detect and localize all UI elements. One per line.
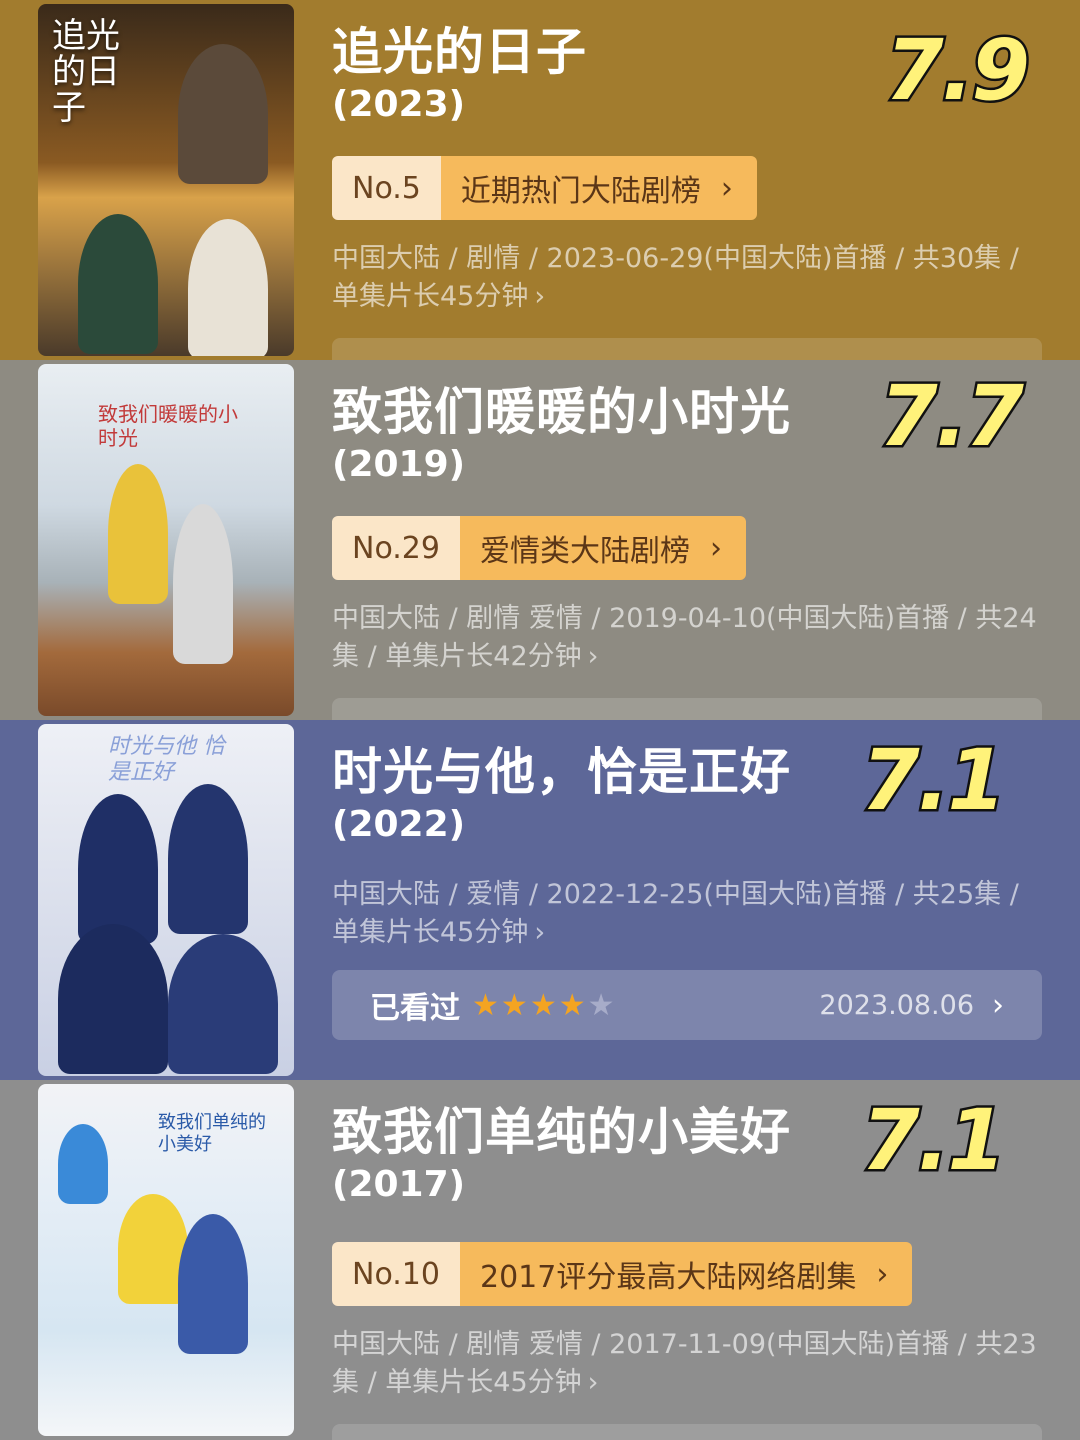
meta-text: 中国大陆 / 剧情 爱情 / 2019-04-10(中国大陆)首播 / 共24集… bbox=[332, 603, 1037, 672]
rank-list-name: 近期热门大陆剧榜 bbox=[460, 174, 701, 209]
star-rating: ★★★★★ bbox=[472, 988, 617, 1023]
chevron-right-icon: › bbox=[587, 641, 599, 672]
drama-meta[interactable]: 中国大陆 / 剧情 爱情 / 2019-04-10(中国大陆)首播 / 共24集… bbox=[332, 600, 1042, 676]
poster-image[interactable]: 追光的日子 bbox=[38, 4, 294, 356]
chevron-right-icon: › bbox=[587, 1367, 599, 1398]
watched-bar[interactable] bbox=[332, 338, 1042, 360]
drama-year: (2019) bbox=[332, 444, 466, 485]
rank-number: No.5 bbox=[332, 156, 441, 220]
meta-text: 中国大陆 / 剧情 / 2023-06-29(中国大陆)首播 / 共30集 / … bbox=[332, 243, 1019, 312]
star-icon: ★ bbox=[558, 987, 588, 1023]
meta-text: 中国大陆 / 剧情 爱情 / 2017-11-09(中国大陆)首播 / 共23集… bbox=[332, 1329, 1037, 1398]
chevron-right-icon: › bbox=[534, 917, 546, 948]
movie-card[interactable]: 追光的日子 追光的日子 (2023) 7.9 No.5 近期热门大陆剧榜 › 中国… bbox=[0, 0, 1080, 360]
star-icon: ★ bbox=[472, 987, 501, 1023]
rank-list-name: 爱情类大陆剧榜 bbox=[479, 534, 690, 569]
rank-number: No.29 bbox=[332, 516, 460, 580]
chevron-right-icon: › bbox=[709, 530, 722, 566]
poster-title: 致我们暖暖的小时光 bbox=[98, 402, 238, 450]
drama-meta[interactable]: 中国大陆 / 剧情 / 2023-06-29(中国大陆)首播 / 共30集 / … bbox=[332, 240, 1042, 316]
rank-badge[interactable]: No.10 2017评分最高大陆网络剧集 › bbox=[332, 1242, 913, 1306]
star-icon: ★ bbox=[500, 987, 530, 1023]
chevron-right-icon: › bbox=[720, 170, 733, 206]
watched-date: 2023.08.06 bbox=[819, 989, 974, 1021]
drama-title[interactable]: 时光与他，恰是正好 bbox=[332, 732, 791, 804]
watched-label: 已看过 bbox=[370, 991, 460, 1026]
movie-card[interactable]: 致我们单纯的小美好 致我们单纯的小美好 (2017) 7.1 No.10 201… bbox=[0, 1080, 1080, 1440]
rank-badge[interactable]: No.5 近期热门大陆剧榜 › bbox=[332, 156, 757, 220]
drama-year: (2023) bbox=[332, 84, 466, 125]
movie-card[interactable]: 时光与他 恰是正好 时光与他，恰是正好 (2022) 7.1 中国大陆 / 爱情… bbox=[0, 720, 1080, 1080]
drama-year: (2017) bbox=[332, 1164, 466, 1205]
poster-title: 时光与他 恰是正好 bbox=[108, 734, 225, 785]
drama-meta[interactable]: 中国大陆 / 爱情 / 2022-12-25(中国大陆)首播 / 共25集 / … bbox=[332, 876, 1042, 952]
drama-year: (2022) bbox=[332, 804, 466, 845]
watched-bar[interactable] bbox=[332, 698, 1042, 720]
chevron-right-icon: › bbox=[876, 1256, 889, 1292]
poster-image[interactable]: 时光与他 恰是正好 bbox=[38, 724, 294, 1076]
watched-bar[interactable] bbox=[332, 1424, 1042, 1440]
rating-score: 7.7 bbox=[877, 366, 1027, 467]
rating-score: 7.1 bbox=[859, 1090, 1009, 1191]
poster-image[interactable]: 致我们单纯的小美好 bbox=[38, 1084, 294, 1436]
star-icon: ★ bbox=[529, 987, 559, 1023]
watched-bar[interactable]: 已看过 ★★★★★ 2023.08.06 › bbox=[332, 970, 1042, 1040]
poster-title: 致我们单纯的小美好 bbox=[158, 1112, 266, 1155]
chevron-right-icon: › bbox=[534, 281, 546, 312]
rank-list-name: 2017评分最高大陆网络剧集 bbox=[479, 1260, 857, 1295]
rating-score: 7.9 bbox=[883, 20, 1033, 121]
poster-title: 追光的日子 bbox=[52, 16, 120, 128]
rank-badge[interactable]: No.29 爱情类大陆剧榜 › bbox=[332, 516, 746, 580]
drama-title[interactable]: 致我们暖暖的小时光 bbox=[332, 372, 791, 444]
meta-text: 中国大陆 / 爱情 / 2022-12-25(中国大陆)首播 / 共25集 / … bbox=[332, 879, 1019, 948]
poster-image[interactable]: 致我们暖暖的小时光 bbox=[38, 364, 294, 716]
movie-card[interactable]: 致我们暖暖的小时光 致我们暖暖的小时光 (2019) 7.7 No.29 爱情类… bbox=[0, 360, 1080, 720]
star-icon: ★ bbox=[587, 987, 617, 1023]
rating-score: 7.1 bbox=[859, 730, 1009, 831]
drama-title[interactable]: 致我们单纯的小美好 bbox=[332, 1092, 791, 1164]
chevron-right-icon: › bbox=[992, 987, 1004, 1023]
drama-title[interactable]: 追光的日子 bbox=[332, 12, 587, 84]
rank-number: No.10 bbox=[332, 1242, 460, 1306]
drama-meta[interactable]: 中国大陆 / 剧情 爱情 / 2017-11-09(中国大陆)首播 / 共23集… bbox=[332, 1326, 1042, 1402]
